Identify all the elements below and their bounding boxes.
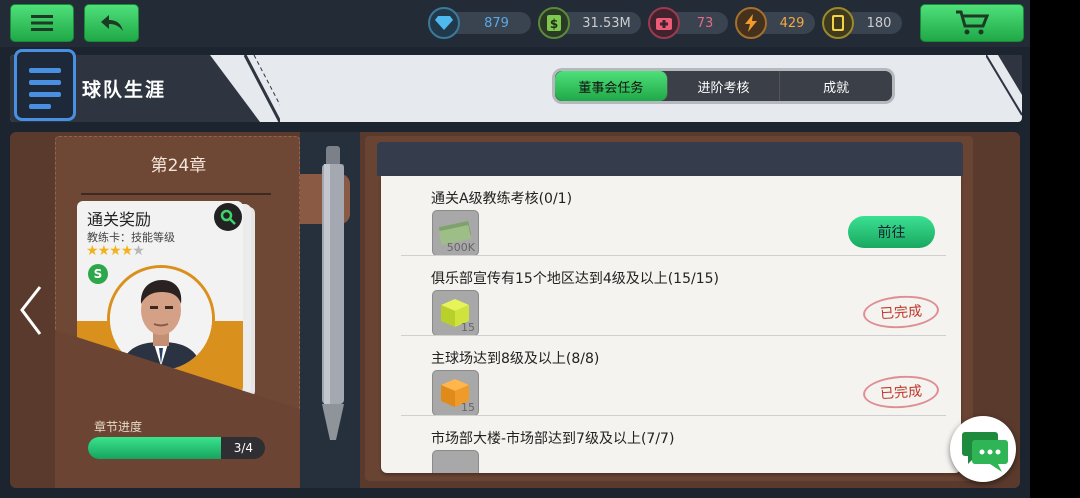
card-value: 180 — [866, 15, 892, 31]
chapter-progress-label: 章节进度 — [94, 420, 143, 434]
clipboard-clip — [377, 142, 963, 176]
medkit-icon — [656, 18, 672, 30]
cash-icon: $ — [547, 15, 561, 31]
medkit-value: 73 — [696, 15, 714, 31]
card-counter[interactable]: 180 — [822, 7, 902, 39]
back-button[interactable] — [84, 4, 139, 42]
task-row: 俱乐部宣传有15个地区达到4级及以上(15/15) 15 已完成 — [381, 256, 961, 336]
clipboard-icon — [14, 49, 76, 121]
cash-value: 31.53M — [582, 15, 631, 31]
binder-line — [81, 193, 271, 195]
chat-button[interactable] — [950, 416, 1016, 482]
medkit-counter[interactable]: 73 — [648, 7, 728, 39]
reward-count: 15 — [461, 321, 475, 334]
chapter-title: 第24章 — [150, 156, 207, 176]
task-title: 俱乐部宣传有15个地区达到4级及以上(15/15) — [431, 271, 719, 287]
task-list: 通关A级教练考核(0/1) 500K 前往 俱乐部宣传有15个地区达到4级及以上… — [381, 176, 961, 473]
progress-fill — [88, 437, 221, 459]
task-title: 市场部大楼-市场部达到7级及以上(7/7) — [431, 431, 675, 447]
cash-stack-icon: 500K — [432, 210, 479, 256]
shop-button[interactable] — [920, 4, 1024, 42]
skill-badge: S — [88, 264, 108, 284]
header-stripe-right — [986, 55, 1022, 116]
pen-icon — [322, 146, 344, 440]
svg-text:$: $ — [550, 17, 558, 31]
hamburger-icon — [31, 15, 53, 31]
right-edge — [1030, 0, 1080, 498]
task-title: 通关A级教练考核(0/1) — [431, 191, 573, 207]
task-title: 主球场达到8级及以上(8/8) — [431, 351, 600, 367]
task-row: 市场部大楼-市场部达到7级及以上(7/7) — [381, 416, 961, 473]
back-arrow-icon — [100, 15, 123, 31]
progress-text: 3/4 — [233, 441, 253, 455]
chapter-progress-bar: 3/4 — [88, 437, 265, 459]
tab-advanced-assessment[interactable]: 进阶考核 — [668, 71, 781, 101]
completed-stamp: 已完成 — [861, 293, 941, 331]
star-filled-icon: ★ — [97, 243, 111, 259]
energy-value: 429 — [779, 15, 805, 31]
header-stripe — [243, 55, 280, 122]
orange-box-icon: 15 — [432, 370, 479, 416]
chat-bubble-icon — [962, 432, 1008, 472]
goto-button[interactable]: 前往 — [848, 216, 935, 248]
lightning-icon — [745, 14, 757, 32]
green-box-icon: 15 — [432, 290, 479, 336]
diamond-counter[interactable]: 879 — [428, 7, 531, 39]
completed-stamp: 已完成 — [861, 373, 941, 411]
tab-board-tasks[interactable]: 董事会任务 — [555, 71, 668, 101]
star-filled-icon: ★ — [86, 243, 99, 259]
book-spine — [300, 132, 360, 488]
page-header: 球队生涯 董事会任务 进阶考核 成就 — [10, 49, 1022, 122]
card-title: 通关奖励 — [87, 210, 152, 229]
star-rating: ★★★★★ — [86, 243, 145, 259]
reward-count: 15 — [461, 401, 475, 414]
star-filled-icon: ★ — [120, 243, 134, 259]
tab-bar: 董事会任务 进阶考核 成就 — [552, 68, 895, 104]
cart-icon — [956, 10, 989, 35]
tab-achievements[interactable]: 成就 — [780, 71, 892, 101]
task-row: 通关A级教练考核(0/1) 500K 前往 — [381, 176, 961, 256]
energy-counter[interactable]: 429 — [735, 7, 815, 39]
magnifier-icon — [220, 209, 236, 225]
diamond-icon — [435, 16, 453, 30]
cash-counter[interactable]: 31.53M $ — [538, 7, 641, 39]
item-icon — [432, 450, 479, 473]
card-icon — [832, 15, 844, 31]
star-filled-icon: ★ — [109, 243, 122, 259]
star-empty-icon: ★ — [132, 243, 145, 259]
page-title: 球队生涯 — [82, 79, 167, 101]
diamond-value: 879 — [484, 15, 509, 31]
menu-button[interactable] — [10, 4, 74, 42]
zoom-button[interactable] — [214, 203, 242, 231]
reward-count: 500K — [446, 241, 475, 254]
prev-chapter-arrow-icon[interactable] — [16, 283, 46, 338]
task-row: 主球场达到8级及以上(8/8) 15 已完成 — [381, 336, 961, 416]
